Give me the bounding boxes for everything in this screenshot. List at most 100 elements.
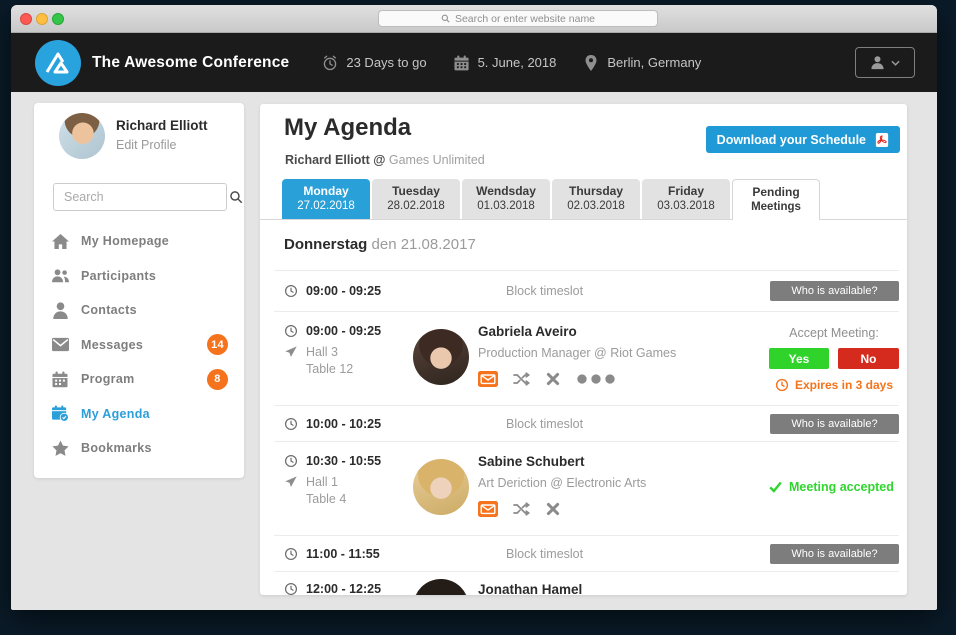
calendar-icon bbox=[454, 55, 470, 71]
zoom-window-button[interactable] bbox=[52, 13, 64, 25]
agenda-row-timeslot: 11:00 - 11:55 Block timeslot Who is avai… bbox=[274, 535, 899, 571]
tab-pending-meetings[interactable]: Pending Meetings bbox=[732, 179, 820, 220]
main-panel: My Agenda Richard Elliott @ Games Unlimi… bbox=[260, 104, 907, 595]
user-menu-button[interactable] bbox=[855, 47, 915, 78]
browser-url-bar[interactable]: Search or enter website name bbox=[378, 10, 658, 27]
clock-icon bbox=[284, 454, 298, 468]
user-icon bbox=[870, 55, 885, 70]
event-location: Berlin, Germany bbox=[583, 55, 701, 71]
tab-date: 02.03.2018 bbox=[567, 199, 625, 213]
messages-badge: 14 bbox=[207, 334, 228, 355]
timeslot-time: 09:00 - 09:25 bbox=[306, 284, 506, 298]
expires-clock-icon bbox=[775, 378, 789, 392]
day-heading-day: Donnerstag bbox=[284, 236, 367, 253]
who-is-available-button[interactable]: Who is available? bbox=[770, 414, 899, 434]
sidebar-item-messages[interactable]: Messages 14 bbox=[34, 328, 244, 363]
tab-day: Thursday bbox=[569, 184, 623, 199]
who-is-available-button[interactable]: Who is available? bbox=[770, 281, 899, 301]
tab-tuesday[interactable]: Tuesday 28.02.2018 bbox=[372, 179, 460, 219]
participant-role: Art Deriction @ Electronic Arts bbox=[478, 476, 646, 490]
reschedule-shuffle-icon[interactable] bbox=[513, 502, 531, 516]
header-info: 23 Days to go 5. June, 2018 Berlin, Germ… bbox=[322, 55, 701, 71]
sidebar-search bbox=[53, 183, 227, 211]
page-title: My Agenda bbox=[284, 114, 411, 142]
tab-thursday[interactable]: Thursday 02.03.2018 bbox=[552, 179, 640, 219]
sidebar-item-program[interactable]: Program 8 bbox=[34, 362, 244, 397]
participant-avatar[interactable] bbox=[413, 579, 469, 595]
meeting-table: Table 12 bbox=[306, 362, 413, 376]
subtitle-name: Richard Elliott @ bbox=[285, 153, 385, 167]
agenda-row-meeting: 09:00 - 09:25 Hall 3 Table 12 Gabriela A… bbox=[274, 311, 899, 405]
accept-no-button[interactable]: No bbox=[838, 348, 899, 369]
search-icon bbox=[229, 190, 243, 204]
meeting-time: 12:00 - 12:25 bbox=[306, 582, 381, 595]
close-window-button[interactable] bbox=[20, 13, 32, 25]
agenda-rows: 09:00 - 09:25 Block timeslot Who is avai… bbox=[274, 270, 899, 595]
profile-name: Richard Elliott bbox=[116, 118, 208, 133]
tab-date: 03.03.2018 bbox=[657, 199, 715, 213]
agenda-icon bbox=[52, 405, 72, 423]
sidebar-item-bookmarks[interactable]: Bookmarks bbox=[34, 431, 244, 466]
sidebar-item-label: My Agenda bbox=[81, 407, 150, 421]
sidebar-item-label: Participants bbox=[81, 269, 156, 283]
accept-meeting-label: Accept Meeting: bbox=[769, 326, 899, 340]
edit-profile-link[interactable]: Edit Profile bbox=[116, 138, 208, 152]
sidebar-item-label: Bookmarks bbox=[81, 441, 152, 455]
tab-day: Friday bbox=[668, 184, 704, 199]
url-placeholder: Search or enter website name bbox=[455, 13, 595, 25]
expires-text: Expires in 3 days bbox=[795, 378, 893, 392]
reschedule-shuffle-icon[interactable] bbox=[513, 372, 531, 386]
agenda-row-timeslot: 10:00 - 10:25 Block timeslot Who is avai… bbox=[274, 405, 899, 441]
participant-avatar[interactable] bbox=[413, 329, 469, 385]
sidebar-item-contacts[interactable]: Contacts bbox=[34, 293, 244, 328]
program-badge: 8 bbox=[207, 369, 228, 390]
chevron-down-icon bbox=[891, 60, 900, 66]
timeslot-label: Block timeslot bbox=[506, 284, 770, 298]
meeting-table: Table 4 bbox=[306, 492, 413, 506]
download-schedule-button[interactable]: Download your Schedule bbox=[706, 126, 900, 153]
profile-card: Richard Elliott Edit Profile bbox=[59, 113, 208, 159]
send-message-icon[interactable] bbox=[478, 371, 498, 387]
meeting-accepted-status: Meeting accepted bbox=[769, 480, 899, 494]
tab-date: Meetings bbox=[751, 200, 801, 214]
profile-avatar[interactable] bbox=[59, 113, 105, 159]
search-input[interactable] bbox=[54, 190, 229, 204]
sidebar-item-label: Contacts bbox=[81, 303, 137, 317]
day-heading-date: den 21.08.2017 bbox=[372, 236, 476, 253]
bookmarks-icon bbox=[52, 439, 72, 457]
cancel-meeting-icon[interactable] bbox=[546, 372, 560, 386]
tab-monday[interactable]: Monday 27.02.2018 bbox=[282, 179, 370, 219]
sidebar-item-my-agenda[interactable]: My Agenda bbox=[34, 397, 244, 432]
timeslot-label: Block timeslot bbox=[506, 547, 770, 561]
conference-logo[interactable] bbox=[35, 40, 81, 86]
participant-name: Jonathan Hamel bbox=[478, 582, 582, 595]
participant-name: Sabine Schubert bbox=[478, 454, 646, 469]
cancel-meeting-icon[interactable] bbox=[546, 502, 560, 516]
messages-icon bbox=[52, 336, 72, 354]
tab-date: 28.02.2018 bbox=[387, 199, 445, 213]
expires-warning: Expires in 3 days bbox=[769, 378, 899, 392]
sidebar-item-label: My Homepage bbox=[81, 234, 169, 248]
participant-avatar[interactable] bbox=[413, 459, 469, 515]
who-is-available-button[interactable]: Who is available? bbox=[770, 544, 899, 564]
sidebar-item-participants[interactable]: Participants bbox=[34, 259, 244, 294]
event-location-text: Berlin, Germany bbox=[607, 55, 701, 70]
sidebar-item-my-homepage[interactable]: My Homepage bbox=[34, 224, 244, 259]
minimize-window-button[interactable] bbox=[36, 13, 48, 25]
accept-yes-button[interactable]: Yes bbox=[769, 348, 829, 369]
sidebar-nav: My Homepage Participants Contacts Messag… bbox=[34, 224, 244, 466]
more-options-icon[interactable] bbox=[575, 372, 617, 386]
tab-friday[interactable]: Friday 03.03.2018 bbox=[642, 179, 730, 219]
meeting-hall: Hall 1 bbox=[306, 475, 338, 489]
countdown: 23 Days to go bbox=[322, 55, 426, 71]
search-icon bbox=[441, 14, 450, 23]
tab-day: Pending bbox=[752, 185, 799, 200]
location-arrow-icon bbox=[284, 345, 298, 359]
timeslot-label: Block timeslot bbox=[506, 417, 770, 431]
browser-chrome: Search or enter website name bbox=[11, 5, 937, 33]
send-message-icon[interactable] bbox=[478, 501, 498, 517]
meeting-time: 10:30 - 10:55 bbox=[306, 454, 381, 468]
tab-day: Tuesday bbox=[392, 184, 440, 199]
timeslot-time: 10:00 - 10:25 bbox=[306, 417, 506, 431]
tab-wendsday[interactable]: Wendsday 01.03.2018 bbox=[462, 179, 550, 219]
